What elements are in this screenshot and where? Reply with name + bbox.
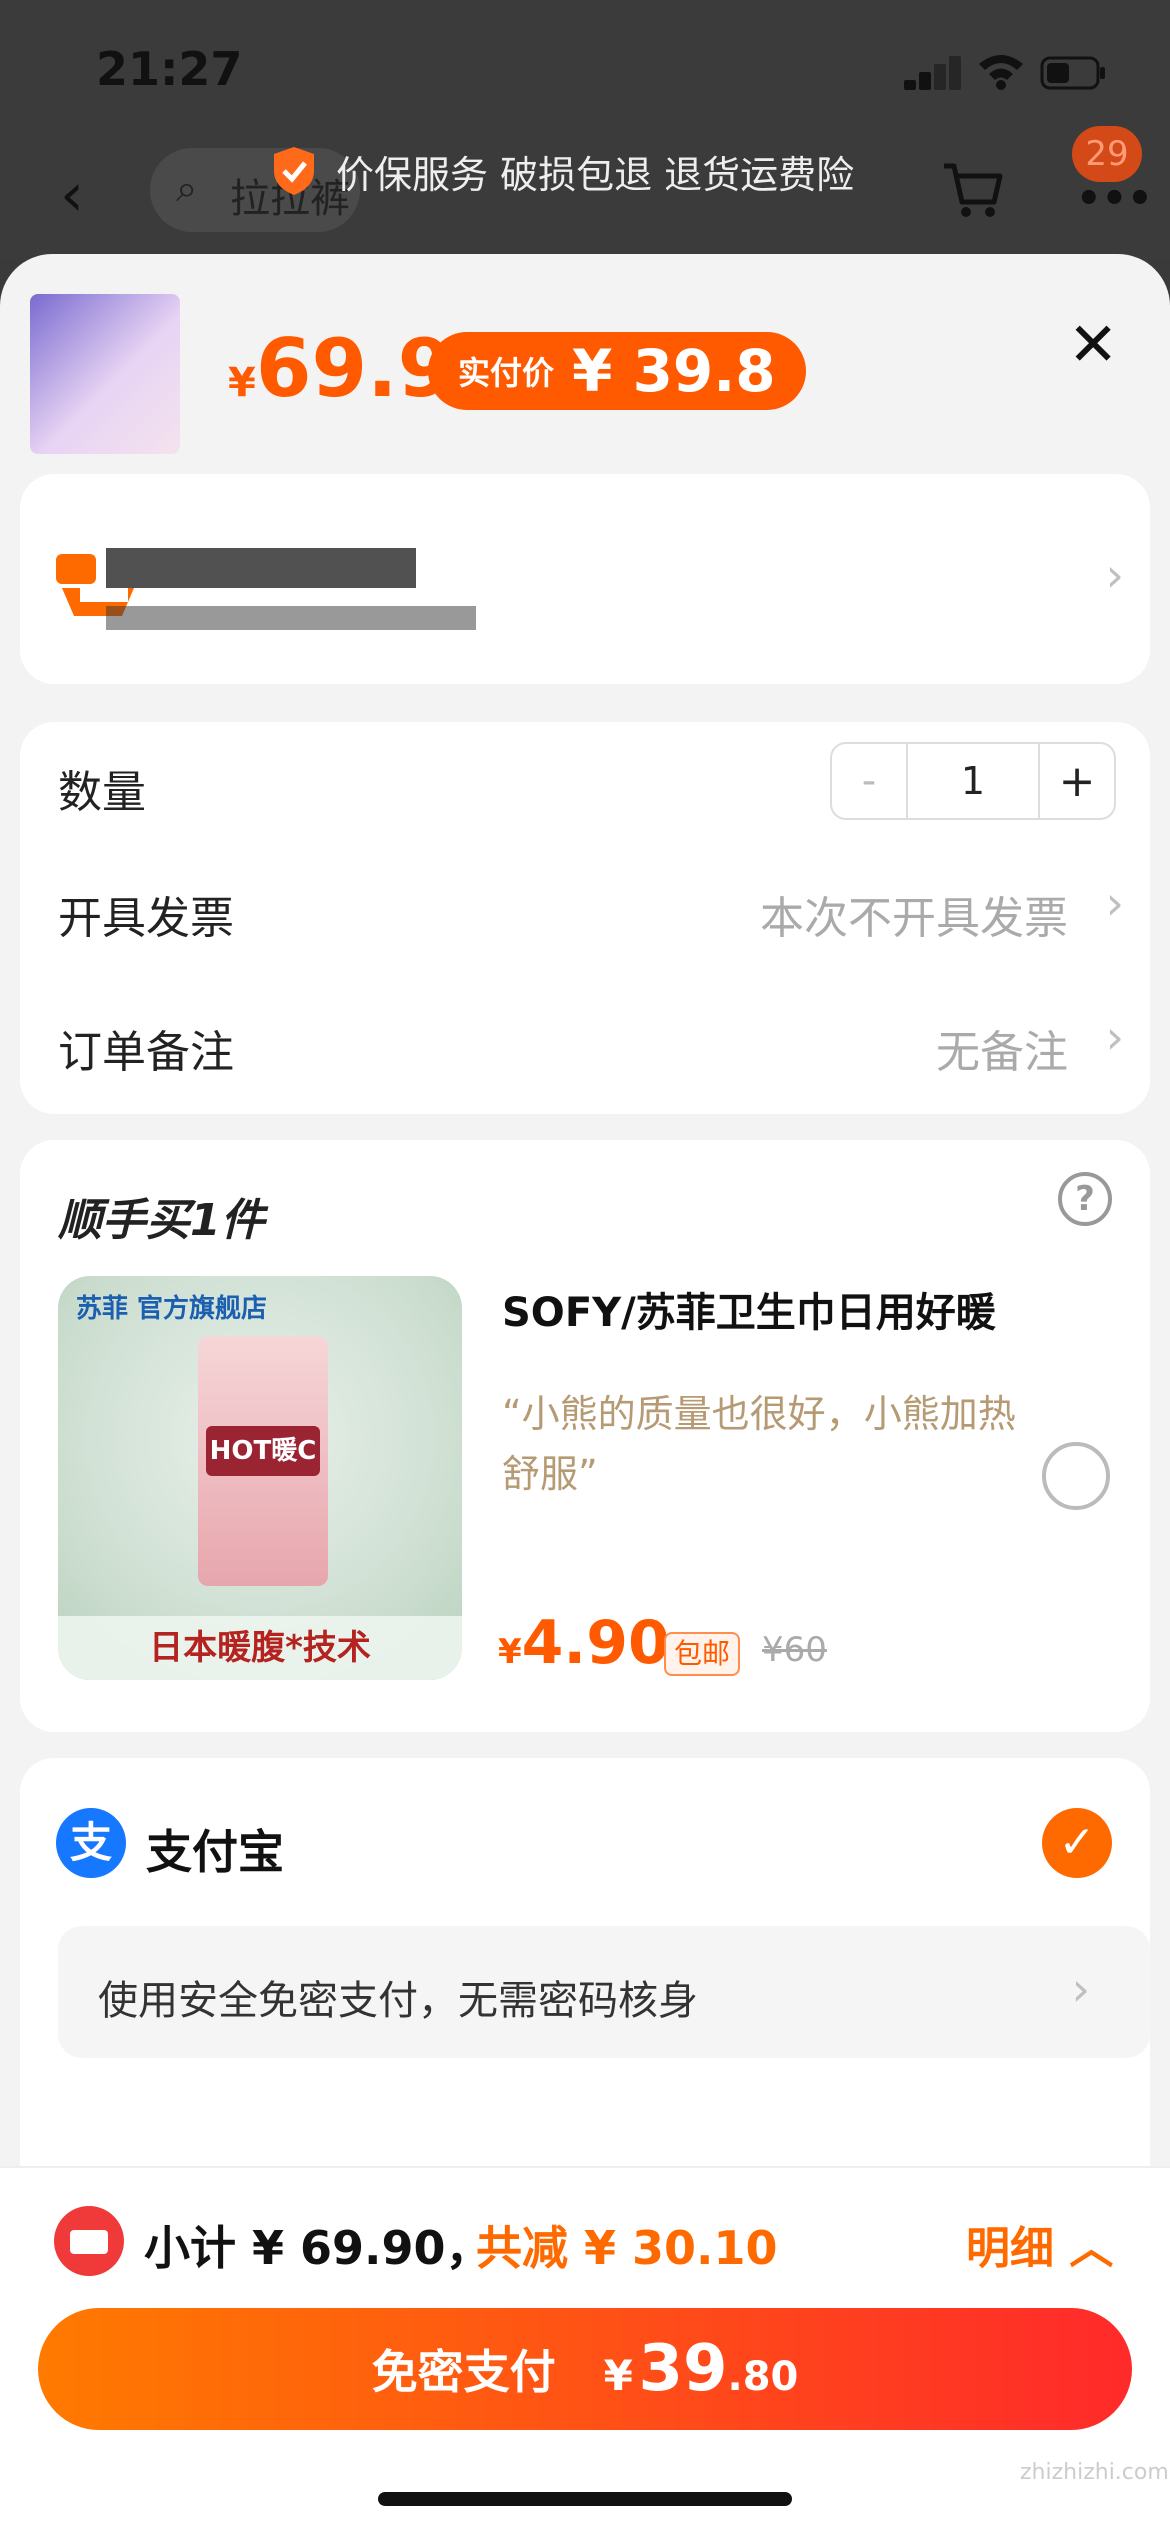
real-price-badge: 实付价 ¥ 39.8 xyxy=(428,332,806,410)
add-on-card: 顺手买1件 ? 苏菲 官方旗舰店 HOT暖C 日本暖腹*技术 SOFY/苏菲卫生… xyxy=(20,1140,1150,1732)
list-price: ¥69.9 xyxy=(228,322,454,415)
chevron-right-icon: › xyxy=(1105,1010,1124,1064)
guarantee-banner: 价保服务 破损包退 退货运费险 xyxy=(270,136,854,206)
secure-pay-text: 使用安全免密支付，无需密码核身 xyxy=(98,1978,698,2024)
shield-icon xyxy=(274,147,314,195)
quantity-value[interactable]: 1 xyxy=(908,744,1038,818)
quantity-stepper[interactable]: - 1 + xyxy=(830,742,1116,820)
wifi-icon xyxy=(979,55,1023,90)
pay-button-amount: ¥ 39.80 xyxy=(603,2332,799,2406)
coupon-icon xyxy=(54,2206,124,2276)
chevron-right-icon: › xyxy=(1105,548,1124,602)
remark-value: 无备注 xyxy=(936,1027,1068,1078)
cart-count-badge: 29 xyxy=(1072,126,1142,182)
real-price-label: 实付价 xyxy=(458,354,555,392)
add-on-review-quote: “小熊的质量也很好，小熊加热舒服” xyxy=(502,1392,1016,1496)
add-on-price: ¥4.90 xyxy=(498,1608,670,1678)
store-tag: 苏菲 官方旗舰店 xyxy=(76,1294,268,1324)
signal-icon xyxy=(904,56,961,90)
quantity-minus-button[interactable]: - xyxy=(832,744,908,818)
status-time: 21:27 xyxy=(96,42,243,96)
address-name-blurred xyxy=(106,548,416,588)
product-thumbnail xyxy=(30,294,180,454)
help-icon[interactable]: ? xyxy=(1058,1172,1112,1226)
add-on-product-title[interactable]: SOFY/苏菲卫生巾日用好暖 xyxy=(502,1280,996,1338)
alipay-option[interactable]: 支 支付宝 ✓ xyxy=(20,1778,1150,1908)
product-box-label: HOT暖C xyxy=(206,1426,320,1476)
checkout-bottom-bar: 小计 ¥ 69.90， 共减 ¥ 30.10 明细 ︿ 免密支付 ¥ 39.80… xyxy=(0,2166,1170,2534)
watermark: zhizhizhi.com xyxy=(1020,2460,1169,2485)
add-on-select-radio[interactable] xyxy=(1042,1442,1110,1510)
order-options-card: 数量 - 1 + 开具发票 本次不开具发票 › 订单备注 无备注 › xyxy=(20,722,1150,1114)
invoice-label: 开具发票 xyxy=(58,893,234,944)
search-icon: ⌕ xyxy=(176,166,198,210)
chevron-right-icon: › xyxy=(1071,1962,1090,2016)
home-indicator[interactable] xyxy=(378,2492,792,2506)
quantity-label: 数量 xyxy=(58,767,146,818)
invoice-value: 本次不开具发票 xyxy=(760,893,1068,944)
secure-pay-row[interactable]: 使用安全免密支付，无需密码核身 › xyxy=(58,1926,1150,2058)
address-card[interactable]: › xyxy=(20,474,1150,684)
checkmark-icon[interactable]: ✓ xyxy=(1042,1808,1112,1878)
quantity-plus-button[interactable]: + xyxy=(1038,744,1114,818)
invoice-row[interactable]: 开具发票 本次不开具发票 › xyxy=(20,862,1150,968)
remark-label: 订单备注 xyxy=(58,1027,234,1078)
battery-icon xyxy=(1040,56,1105,90)
pay-button-label: 免密支付 xyxy=(371,2345,556,2399)
payment-method-label: 支付宝 xyxy=(146,1825,284,1879)
close-icon[interactable]: ✕ xyxy=(1068,310,1118,380)
real-price-value: ¥ 39.8 xyxy=(572,337,776,405)
back-arrow-icon[interactable]: ‹ xyxy=(60,160,84,230)
price-detail-toggle[interactable]: 明细 ︿ xyxy=(966,2212,1113,2276)
address-detail-blurred xyxy=(106,606,476,630)
add-on-original-price: ¥60 xyxy=(762,1630,827,1670)
product-image-caption: 日本暖腹*技术 xyxy=(58,1616,462,1680)
more-icon[interactable]: ••• xyxy=(1076,176,1153,222)
add-on-product-image[interactable]: 苏菲 官方旗舰店 HOT暖C 日本暖腹*技术 xyxy=(58,1276,462,1680)
chevron-right-icon: › xyxy=(1105,876,1124,930)
total-discount: 共减 ¥ 30.10 xyxy=(476,2221,778,2275)
pay-button[interactable]: 免密支付 ¥ 39.80 xyxy=(38,2308,1132,2430)
guarantee-text: 价保服务 破损包退 退货运费险 xyxy=(336,152,855,197)
add-on-title: 顺手买1件 xyxy=(58,1195,265,1246)
remark-row[interactable]: 订单备注 无备注 › xyxy=(20,996,1150,1102)
subtotal: 小计 ¥ 69.90， xyxy=(144,2221,492,2275)
cart-icon[interactable] xyxy=(940,158,1004,222)
alipay-icon: 支 xyxy=(56,1808,126,1878)
free-shipping-badge: 包邮 xyxy=(664,1632,741,1676)
